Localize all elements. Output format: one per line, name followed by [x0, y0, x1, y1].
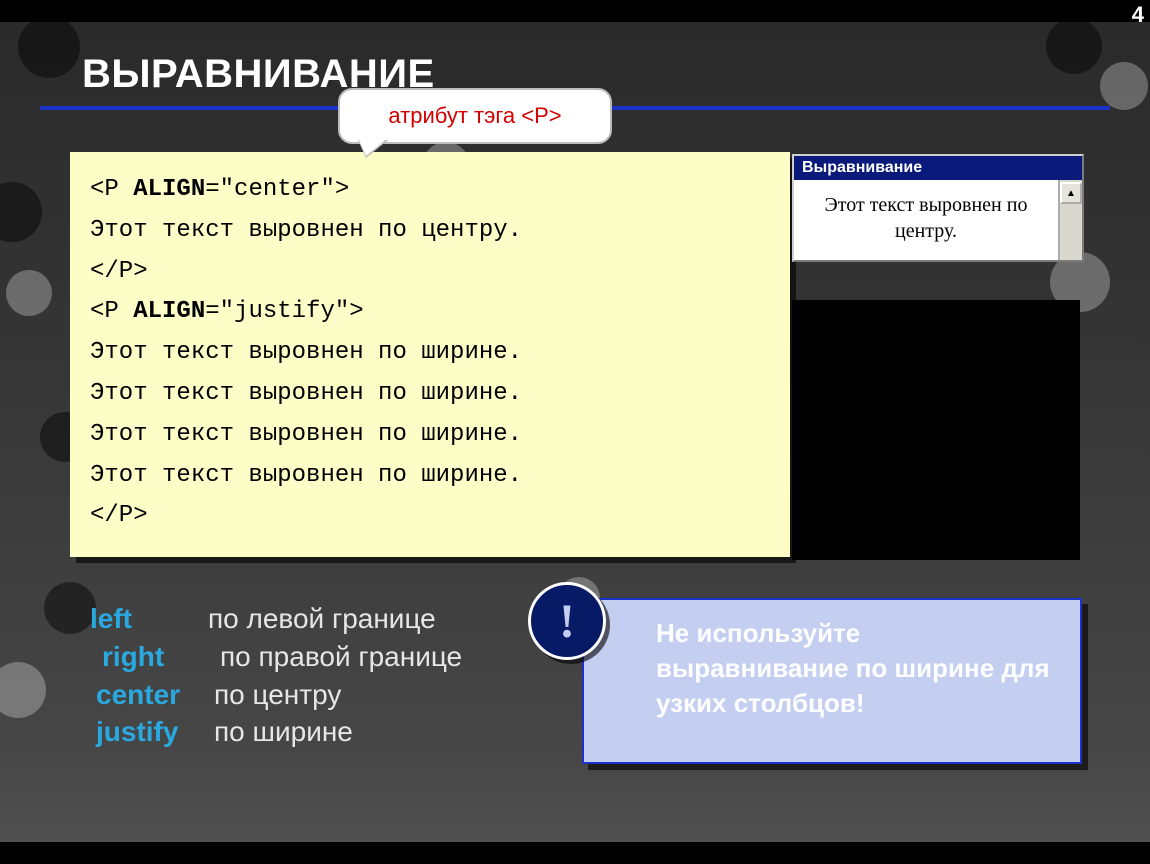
code-line: Этот текст выровнен по ширине.	[90, 415, 770, 456]
code-line: <P ALIGN="center">	[90, 170, 770, 211]
decoration-bubble	[0, 182, 42, 242]
code-line: Этот текст выровнен по ширине.	[90, 456, 770, 497]
align-row-justify: justifyпо ширине	[90, 713, 462, 751]
preview-titlebar: Выравнивание	[794, 156, 1082, 180]
preview-content: Этот текст выровнен по центру.	[794, 180, 1058, 260]
warning-badge-icon: !	[528, 582, 606, 660]
decoration-bubble	[1046, 22, 1102, 74]
warning-note: Не используйте выравнивание по ширине дл…	[582, 598, 1082, 764]
preview-scrollbar[interactable]: ▲	[1058, 180, 1082, 260]
decoration-bubble	[0, 662, 46, 718]
slide: ВЫРАВНИВАНИЕ атрибут тэга <P> <P ALIGN="…	[0, 22, 1150, 842]
align-values-list: leftпо левой границе rightпо правой гран…	[90, 600, 462, 751]
code-line: Этот текст выровнен по ширине.	[90, 333, 770, 374]
decoration-bubble	[1100, 62, 1148, 110]
code-line: </P>	[90, 252, 770, 293]
decoration-bubble	[44, 582, 96, 634]
decoration-bubble	[18, 22, 80, 78]
code-example: <P ALIGN="center"> Этот текст выровнен п…	[70, 152, 790, 557]
align-row-left: leftпо левой границе	[90, 600, 462, 638]
callout-tag: <P>	[521, 103, 561, 128]
decoration-bubble	[6, 270, 52, 316]
callout-tail	[358, 138, 388, 156]
align-row-center: centerпо центру	[90, 676, 462, 714]
scroll-up-icon[interactable]: ▲	[1060, 182, 1082, 204]
preview-body: Этот текст выровнен по центру. ▲	[794, 180, 1082, 260]
callout-bubble: атрибут тэга <P>	[338, 88, 612, 144]
code-line: Этот текст выровнен по центру.	[90, 211, 770, 252]
code-line: </P>	[90, 496, 770, 537]
code-line: <P ALIGN="justify">	[90, 292, 770, 333]
preview-occluder	[792, 300, 1080, 560]
preview-window: Выравнивание Этот текст выровнен по цент…	[792, 154, 1084, 262]
warning-text: Не используйте выравнивание по ширине дл…	[656, 618, 1050, 718]
callout-text: атрибут тэга	[388, 103, 521, 128]
align-row-right: rightпо правой границе	[90, 638, 462, 676]
code-line: Этот текст выровнен по ширине.	[90, 374, 770, 415]
